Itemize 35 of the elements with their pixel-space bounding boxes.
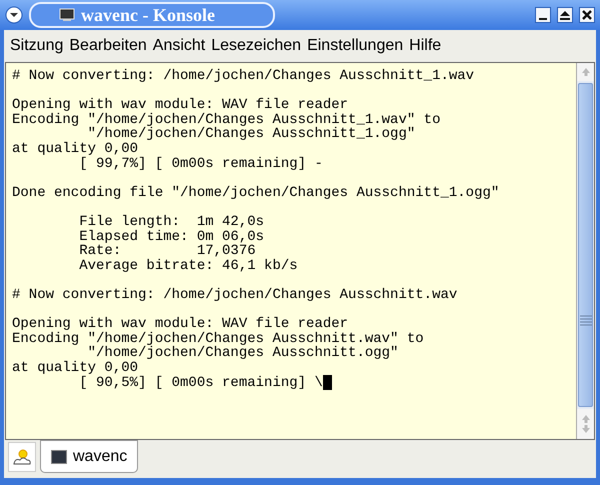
minimize-icon[interactable]: [535, 7, 551, 23]
terminal-icon: [51, 450, 67, 464]
terminal-line: [ 90,5%] [ 0m00s remaining] \: [78, 376, 323, 390]
terminal-line: at quality 0,00: [12, 142, 138, 157]
terminal-line: # Now converting: /home/jochen/Changes Ausschnitt.wav: [12, 288, 458, 302]
menu-item[interactable]: Ansicht: [152, 34, 206, 58]
terminal-line: Elapsed time: 0m 06,0s: [78, 230, 264, 244]
menu-item[interactable]: Lesezeichen: [211, 34, 302, 58]
terminal-line: Done encoding file "/home/jochen/Changes Ausschnitt_1.ogg": [12, 186, 500, 200]
terminal-line: "/home/jochen/Changes Ausschnitt.ogg": [88, 346, 398, 361]
terminal-line: File length: 1m 42,0s: [78, 214, 264, 230]
session-tab[interactable]: wavenc: [40, 440, 138, 473]
menu-item[interactable]: Einstellungen: [307, 34, 404, 58]
window-menu-icon[interactable]: [5, 6, 23, 24]
terminal-line: "/home/jochen/Changes Ausschnitt_1.ogg": [88, 127, 416, 142]
terminal-line: at quality 0,00: [12, 360, 138, 376]
maximize-icon[interactable]: [557, 7, 573, 23]
window-title: wavenc - Konsole: [29, 2, 275, 28]
menu-item[interactable]: Sitzung: [10, 34, 64, 58]
close-icon[interactable]: [579, 7, 595, 23]
terminal-line: Opening with wav module: WAV file reader: [12, 98, 348, 113]
terminal-line: Encoding "/home/jochen/Changes Ausschnitt.wav" to: [12, 332, 424, 346]
scrollbar[interactable]: [576, 63, 594, 439]
terminal-line: Opening with wav module: WAV file reader: [12, 317, 348, 332]
menu-item[interactable]: Bearbeiten: [69, 34, 147, 58]
terminal-line: Average bitrate: 46,1 kb/s: [78, 258, 298, 274]
terminal-line: Rate: 17,0376: [78, 244, 256, 259]
sun-cloud-icon: [12, 448, 32, 466]
terminal-line: Encoding "/home/jochen/Changes Ausschnitt_1.wav" to: [12, 112, 440, 128]
scrollbar-thumb[interactable]: [578, 83, 593, 407]
terminal-line: # Now converting: /home/jochen/Changes Ausschnitt_1.wav: [12, 69, 474, 84]
new-session-button[interactable]: [8, 442, 36, 472]
terminal-line: [ 99,7%] [ 0m00s remaining] -: [78, 156, 323, 172]
menu-item[interactable]: Hilfe: [409, 34, 442, 58]
terminal-icon: [59, 8, 75, 22]
